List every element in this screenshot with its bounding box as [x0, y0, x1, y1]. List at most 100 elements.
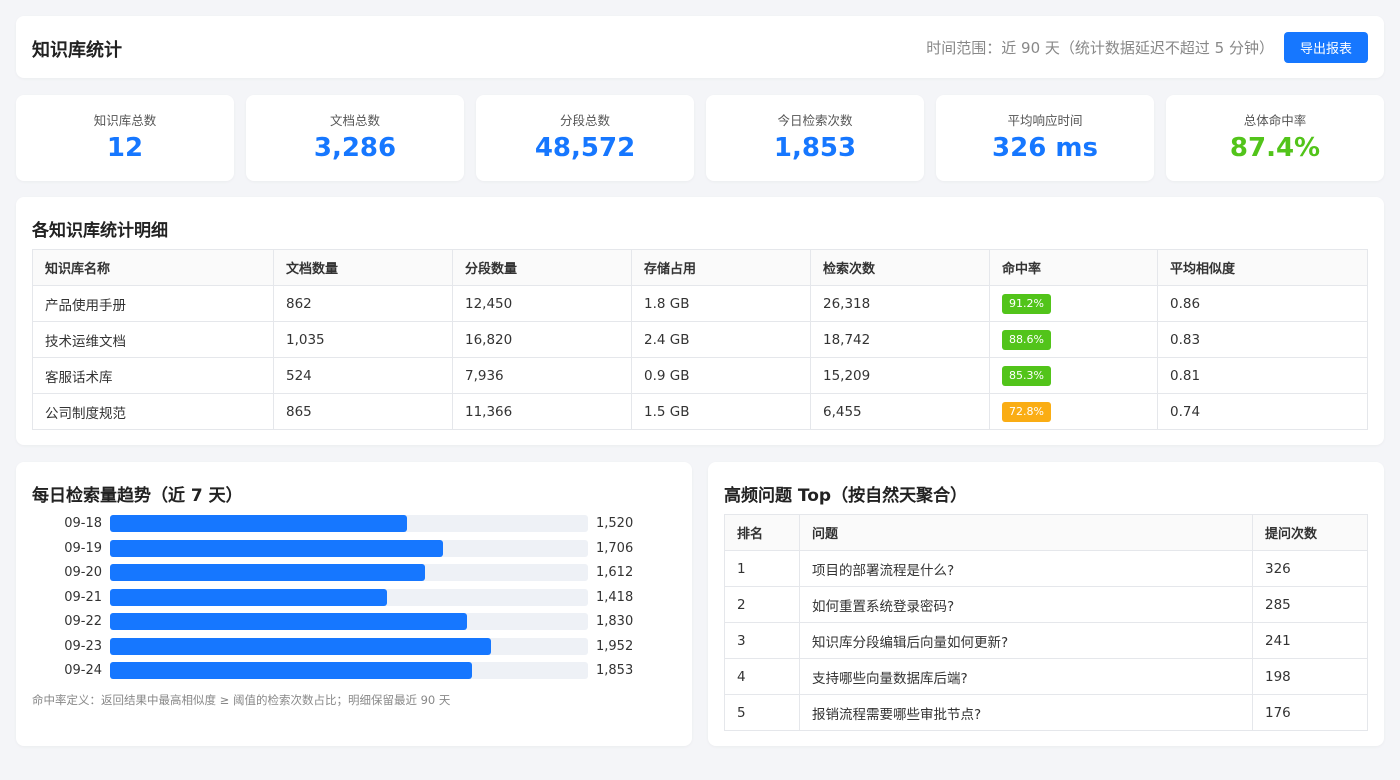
table-cell-segments: 7,936 — [452, 357, 632, 394]
table-cell-name: 客服话术库 — [32, 357, 274, 394]
table-cell-count: 176 — [1252, 694, 1368, 731]
table-cell-sim: 0.83 — [1157, 321, 1368, 358]
table-row: 产品使用手册 862 12,450 1.8 GB 26,318 91.2% 0.86 — [32, 285, 1368, 322]
bar-track — [110, 564, 588, 581]
table-cell-storage: 0.9 GB — [631, 357, 811, 394]
bar-row: 09-18 1,520 — [16, 515, 692, 532]
time-range-text: 时间范围：近 90 天（统计数据延迟不超过 5 分钟） — [926, 39, 1274, 57]
table-row: 2 如何重置系统登录密码? 285 — [724, 586, 1368, 623]
stat-card-hit-rate: 总体命中率 87.4% — [1166, 95, 1384, 181]
table-cell-rank: 3 — [724, 622, 800, 659]
bar-fill — [110, 637, 491, 655]
table-cell-name: 产品使用手册 — [32, 285, 274, 322]
table-cell-question: 报销流程需要哪些审批节点? — [799, 694, 1253, 731]
table-cell-rank: 1 — [724, 550, 800, 587]
stat-label: 总体命中率 — [1243, 113, 1307, 128]
hit-rate-badge: 88.6% — [1002, 329, 1051, 350]
top-questions-card: 高频问题 Top（按自然天聚合） 排名 问题 提问次数 1 项目的部署流程是什么?… — [708, 462, 1384, 746]
table-row: 公司制度规范 865 11,366 1.5 GB 6,455 72.8% 0.74 — [32, 393, 1368, 430]
table-cell-sim: 0.81 — [1157, 357, 1368, 394]
stat-value: 12 — [106, 133, 144, 163]
search-trend-card: 每日检索量趋势（近 7 天） 09-18 1,520 09-19 1,706 09-20… — [16, 462, 692, 746]
export-report-button[interactable]: 导出报表 — [1284, 32, 1368, 63]
table-cell-searches: 26,318 — [810, 285, 990, 322]
table-header-row: 知识库名称 文档数量 分段数量 存储占用 检索次数 命中率 平均相似度 — [32, 249, 1368, 286]
table-row: 5 报销流程需要哪些审批节点? 176 — [724, 694, 1368, 731]
table-cell-question: 支持哪些向量数据库后端? — [799, 658, 1253, 695]
bar-row: 09-24 1,853 — [16, 662, 692, 679]
stat-value: 326 ms — [992, 133, 1098, 163]
hit-rate-badge: 72.8% — [1002, 401, 1051, 422]
bar-category-label: 09-22 — [64, 614, 102, 629]
bar-row: 09-21 1,418 — [16, 588, 692, 606]
table-cell-question: 项目的部署流程是什么? — [799, 550, 1253, 587]
header-card: 知识库统计 时间范围：近 90 天（统计数据延迟不超过 5 分钟） 导出报表 — [16, 16, 1384, 78]
table-cell-hit: 91.2% — [989, 285, 1158, 322]
column-header: 检索次数 — [810, 249, 990, 286]
bar-value-label: 1,706 — [596, 540, 634, 556]
table-cell-count: 285 — [1252, 586, 1368, 623]
stat-label: 分段总数 — [559, 113, 610, 128]
table-cell-sim: 0.74 — [1157, 393, 1368, 430]
stat-label: 文档总数 — [329, 113, 380, 128]
table-cell-rank: 5 — [724, 694, 800, 731]
table-cell-searches: 6,455 — [810, 393, 990, 430]
stat-label: 今日检索次数 — [777, 113, 853, 128]
table-cell-sim: 0.86 — [1157, 285, 1368, 322]
table-cell-docs: 1,035 — [273, 321, 453, 358]
bar-row: 09-23 1,952 — [16, 637, 692, 655]
stat-label: 知识库总数 — [93, 113, 157, 128]
table-row: 3 知识库分段编辑后向量如何更新? 241 — [724, 622, 1368, 659]
bar-row: 09-19 1,706 — [16, 539, 692, 557]
table-header-row: 排名 问题 提问次数 — [724, 514, 1368, 551]
column-header: 命中率 — [989, 249, 1158, 286]
table-cell-count: 241 — [1252, 622, 1368, 659]
page-title: 知识库统计 — [32, 40, 122, 61]
table-cell-storage: 2.4 GB — [631, 321, 811, 358]
bar-category-label: 09-18 — [64, 516, 102, 531]
table-cell-count: 198 — [1252, 658, 1368, 695]
table-cell-docs: 524 — [273, 357, 453, 394]
table-cell-rank: 2 — [724, 586, 800, 623]
column-header: 提问次数 — [1252, 514, 1368, 551]
bar-row: 09-20 1,612 — [16, 564, 692, 581]
table-cell-question: 知识库分段编辑后向量如何更新? — [799, 622, 1253, 659]
column-header: 问题 — [799, 514, 1253, 551]
bar-category-label: 09-19 — [64, 540, 102, 556]
bar-category-label: 09-21 — [64, 589, 102, 605]
stat-value: 48,572 — [534, 133, 636, 163]
column-header: 存储占用 — [631, 249, 811, 286]
bar-fill — [110, 662, 472, 679]
table-cell-hit: 72.8% — [989, 393, 1158, 430]
bar-value-label: 1,612 — [596, 565, 634, 580]
bar-track — [110, 613, 588, 630]
section-title: 高频问题 Top（按自然天聚合） — [724, 486, 968, 506]
table-cell-name: 技术运维文档 — [32, 321, 274, 358]
bar-fill — [110, 515, 407, 532]
bar-track — [110, 662, 588, 679]
column-header: 知识库名称 — [32, 249, 274, 286]
table-cell-docs: 862 — [273, 285, 453, 322]
table-cell-count: 326 — [1252, 550, 1368, 587]
table-row: 4 支持哪些向量数据库后端? 198 — [724, 658, 1368, 695]
top-questions-table: 排名 问题 提问次数 1 项目的部署流程是什么? 326 2 如何重置系统登录密码? 28… — [724, 514, 1368, 731]
stat-card-today-searches: 今日检索次数 1,853 — [706, 95, 924, 181]
bar-track — [110, 588, 588, 606]
bar-value-label: 1,418 — [596, 589, 634, 605]
table-cell-segments: 12,450 — [452, 285, 632, 322]
table-cell-rank: 4 — [724, 658, 800, 695]
stat-card-kb-total: 知识库总数 12 — [16, 95, 234, 181]
bar-fill — [110, 588, 387, 606]
hit-rate-badge: 85.3% — [1002, 365, 1051, 386]
bar-category-label: 09-20 — [64, 565, 102, 580]
bar-category-label: 09-23 — [64, 638, 102, 654]
hit-rate-footnote: 命中率定义：返回结果中最高相似度 ≥ 阈值的检索次数占比；明细保留最近 90 天 — [32, 693, 451, 707]
bar-value-label: 1,952 — [596, 638, 634, 654]
kb-detail-table: 知识库名称 文档数量 分段数量 存储占用 检索次数 命中率 平均相似度 产品使用… — [32, 249, 1368, 430]
stat-value: 1,853 — [773, 133, 857, 163]
bar-value-label: 1,520 — [596, 516, 634, 531]
table-cell-storage: 1.8 GB — [631, 285, 811, 322]
table-row: 1 项目的部署流程是什么? 326 — [724, 550, 1368, 587]
stat-value: 3,286 — [313, 133, 397, 163]
bar-track — [110, 637, 588, 655]
